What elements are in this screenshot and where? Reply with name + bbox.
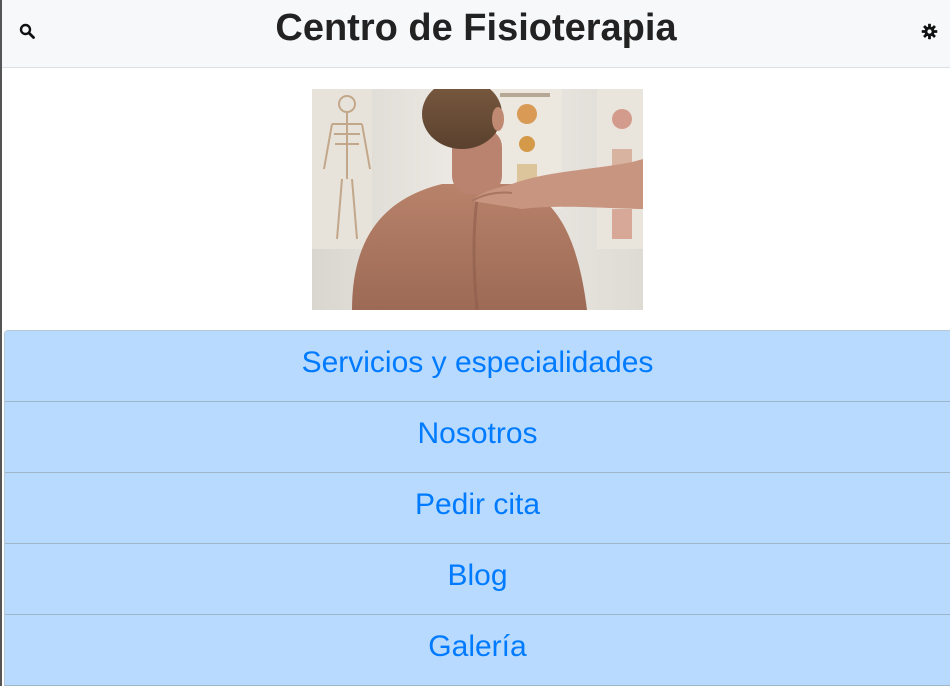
menu-item-label: Galería	[428, 630, 527, 663]
menu-item-label: Servicios y especialidades	[301, 346, 654, 379]
menu-item-pedir-cita[interactable]: Pedir cita	[5, 473, 950, 544]
menu-item-label: Blog	[447, 559, 508, 592]
menu-item-label: Pedir cita	[414, 488, 541, 521]
gear-icon	[921, 23, 937, 39]
physiotherapy-photo	[312, 89, 643, 310]
menu-item-label: Nosotros	[417, 417, 538, 450]
settings-button[interactable]	[918, 20, 940, 42]
app-page: Centro de Fisioterapia Servicios y espec…	[0, 0, 950, 686]
menu-item-servicios[interactable]: Servicios y especialidades	[5, 331, 950, 402]
menu-item-blog[interactable]: Blog	[5, 544, 950, 615]
page-title: Centro de Fisioterapia	[275, 7, 677, 49]
header-bar: Centro de Fisioterapia	[2, 0, 950, 68]
hero-image	[312, 89, 643, 310]
window-left-edge	[0, 0, 2, 686]
main-content: Servicios y especialidades Nosotros Pedi…	[4, 69, 950, 686]
menu-item-galeria[interactable]: Galería	[5, 615, 950, 686]
menu-item-nosotros[interactable]: Nosotros	[5, 402, 950, 473]
main-menu: Servicios y especialidades Nosotros Pedi…	[4, 330, 950, 686]
